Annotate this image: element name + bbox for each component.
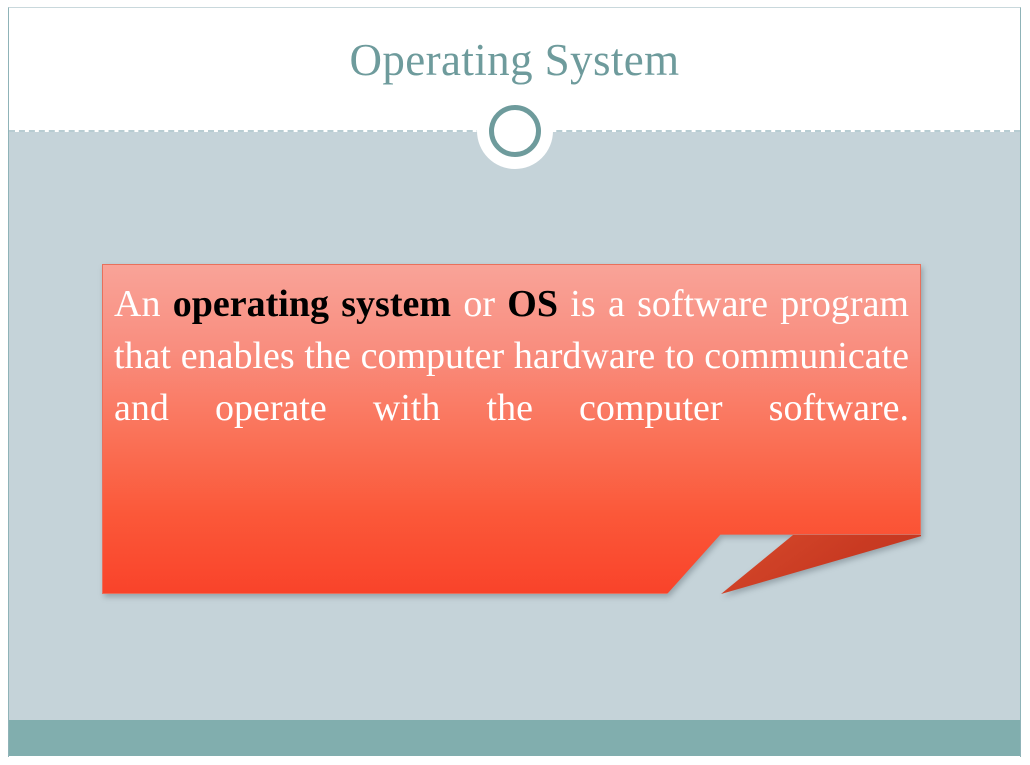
page-title: Operating System	[349, 35, 680, 85]
page-fold-icon	[721, 535, 921, 594]
card-text-seg-2: or	[451, 283, 508, 325]
card-text-emphasis-operating-system: operating system	[172, 283, 452, 325]
circle-outline-icon	[489, 105, 541, 157]
content-card-text: An operating system or OS is a software …	[114, 278, 909, 486]
presentation-slide: Operating System An operating system or …	[0, 0, 1030, 765]
card-text-emphasis-os: OS	[507, 283, 558, 325]
card-text-seg-0: An	[114, 283, 173, 325]
slide-footer-bar	[9, 720, 1020, 756]
content-callout-card: An operating system or OS is a software …	[102, 264, 922, 594]
